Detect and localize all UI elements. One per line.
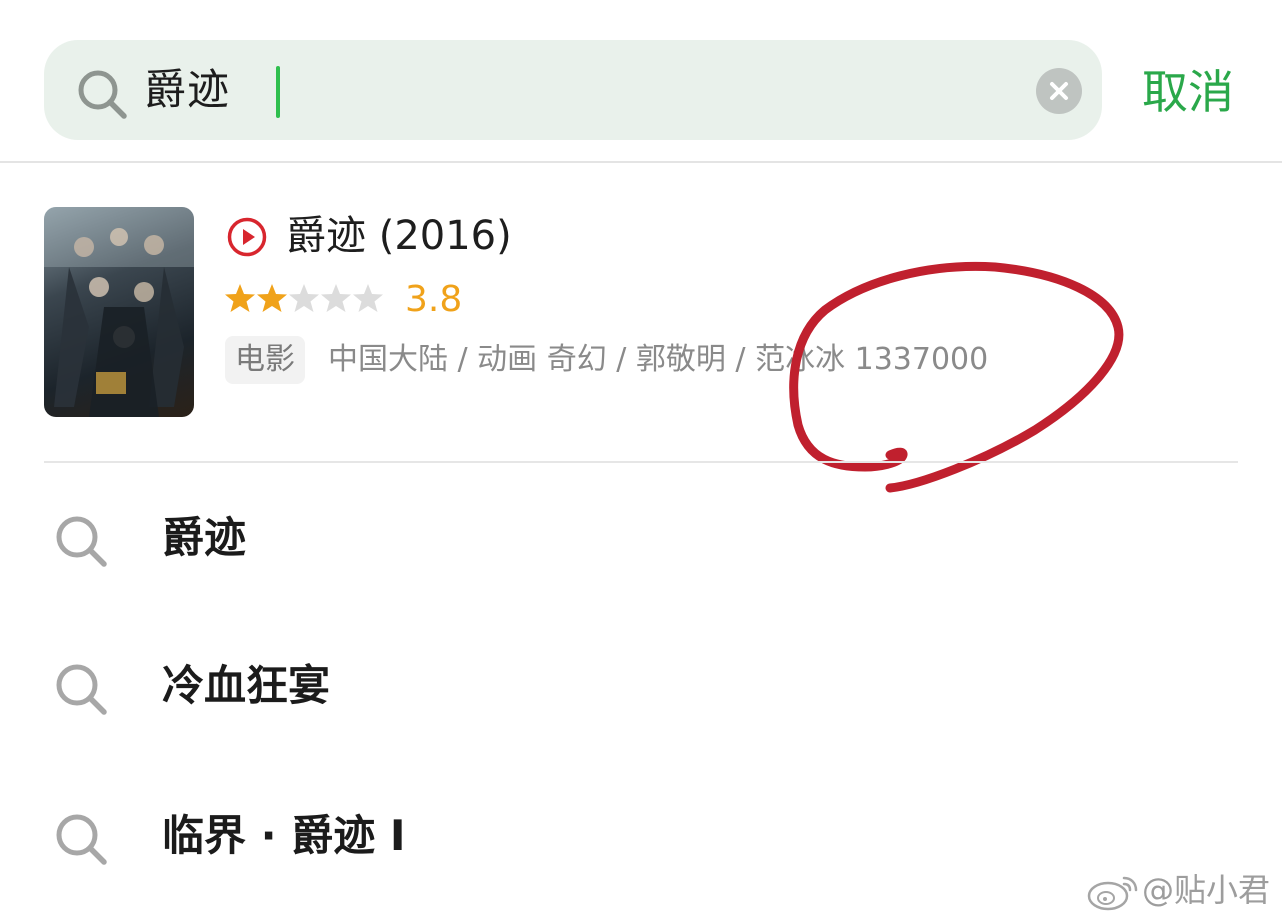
play-circle-icon bbox=[226, 216, 268, 258]
star-filled-icon bbox=[257, 284, 287, 312]
search-icon bbox=[52, 810, 110, 868]
text-caret bbox=[276, 66, 280, 118]
star-empty-icon bbox=[289, 284, 319, 312]
cancel-button[interactable]: 取消 bbox=[1142, 62, 1234, 122]
suggestion-item[interactable]: 冷血狂宴 bbox=[0, 638, 1282, 738]
search-icon bbox=[74, 66, 130, 122]
search-bar[interactable]: 爵迹 bbox=[44, 40, 1102, 140]
search-icon bbox=[52, 512, 110, 570]
movie-poster[interactable] bbox=[44, 207, 194, 417]
annotation-circle bbox=[789, 261, 1124, 493]
clear-search-button[interactable] bbox=[1036, 68, 1082, 114]
suggestion-label: 冷血狂宴 bbox=[162, 661, 331, 710]
suggestion-item[interactable]: 爵迹 bbox=[0, 490, 1282, 590]
close-icon bbox=[1050, 82, 1068, 100]
watermark-text: @贴小君 bbox=[1142, 871, 1271, 909]
search-screen: 爵迹 取消 爵迹 (2016) 3.8 电影 中国大陆 / 动画 奇幻 / 郭敬… bbox=[0, 0, 1282, 924]
search-icon bbox=[52, 660, 110, 718]
search-input[interactable]: 爵迹 bbox=[144, 62, 230, 118]
divider bbox=[44, 461, 1238, 463]
star-filled-icon bbox=[225, 284, 255, 312]
star-rating bbox=[224, 282, 384, 318]
divider bbox=[0, 161, 1282, 163]
star-empty-icon bbox=[321, 284, 351, 312]
movie-title[interactable]: 爵迹 (2016) bbox=[286, 208, 512, 264]
suggestion-label: 爵迹 bbox=[162, 513, 247, 562]
rating-score: 3.8 bbox=[405, 279, 463, 320]
star-empty-icon bbox=[353, 284, 383, 312]
weibo-logo-icon bbox=[1086, 872, 1140, 912]
category-badge: 电影 bbox=[225, 336, 305, 384]
suggestion-label: 临界 · 爵迹 I bbox=[162, 811, 406, 860]
